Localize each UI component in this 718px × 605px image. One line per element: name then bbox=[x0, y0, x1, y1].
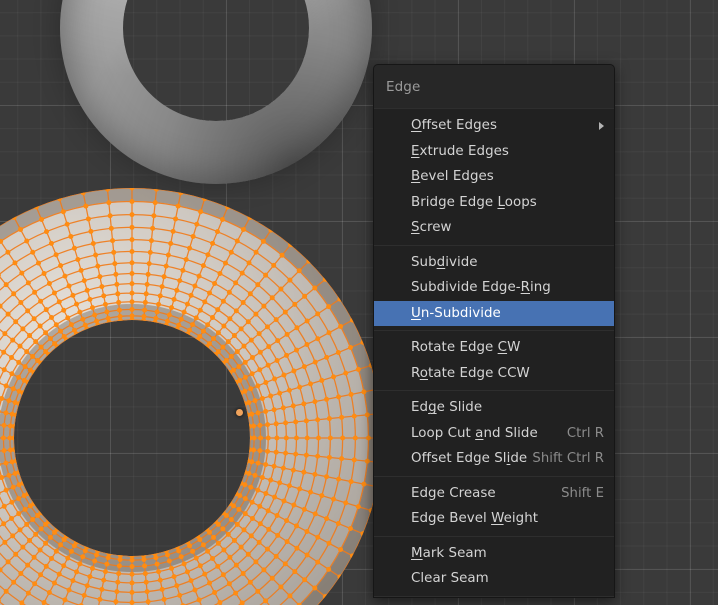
menu-group: Edge Crease Shift E Edge Bevel Weight bbox=[374, 477, 614, 536]
menu-item-edge-slide[interactable]: Edge Slide bbox=[374, 395, 614, 421]
menu-item-extrude-edges[interactable]: Extrude Edges bbox=[374, 139, 614, 165]
menu-group: Rotate Edge CW Rotate Edge CCW bbox=[374, 331, 614, 390]
menu-item-label: Extrude Edges bbox=[411, 143, 509, 159]
menu-item-rotate-edge-ccw[interactable]: Rotate Edge CCW bbox=[374, 361, 614, 387]
edge-context-menu[interactable]: Edge Offset Edges Extrude Edges Bevel Edge… bbox=[373, 64, 615, 598]
menu-group: Mark Seam Clear Seam bbox=[374, 537, 614, 596]
menu-item-label: Subdivide bbox=[411, 254, 478, 270]
menu-item-label: Offset Edges bbox=[411, 118, 497, 134]
menu-item-shortcut: Shift E bbox=[561, 485, 604, 501]
menu-item-label: Mark Seam bbox=[411, 545, 487, 561]
menu-item-label: Rotate Edge CW bbox=[411, 340, 521, 356]
menu-item-subdivide[interactable]: Subdivide bbox=[374, 250, 614, 276]
menu-item-clear-seam[interactable]: Clear Seam bbox=[374, 566, 614, 592]
menu-item-label: Edge Slide bbox=[411, 400, 483, 416]
menu-item-loop-cut-and-slide[interactable]: Loop Cut and Slide Ctrl R bbox=[374, 421, 614, 447]
menu-title: Edge bbox=[386, 78, 421, 95]
menu-item-screw[interactable]: Screw bbox=[374, 215, 614, 241]
menu-item-offset-edges[interactable]: Offset Edges bbox=[374, 113, 614, 139]
menu-body: Offset Edges Extrude Edges Bevel Edges Brid… bbox=[374, 109, 614, 597]
menu-item-label: Clear Seam bbox=[411, 571, 489, 587]
menu-item-shortcut: Ctrl R bbox=[566, 425, 604, 441]
menu-header: Edge bbox=[374, 65, 614, 108]
torus-object-unselected[interactable] bbox=[60, 0, 372, 184]
menu-item-label: Offset Edge Slide bbox=[411, 451, 528, 467]
menu-item-label: Edge Crease bbox=[411, 485, 496, 501]
menu-item-mark-seam[interactable]: Mark Seam bbox=[374, 541, 614, 567]
menu-item-label: Screw bbox=[411, 220, 452, 236]
menu-separator bbox=[374, 595, 614, 597]
menu-item-bevel-edges[interactable]: Bevel Edges bbox=[374, 164, 614, 190]
menu-item-label: Subdivide Edge-Ring bbox=[411, 280, 551, 296]
menu-item-label: Rotate Edge CCW bbox=[411, 365, 530, 381]
menu-item-subdivide-edge-ring[interactable]: Subdivide Edge-Ring bbox=[374, 275, 614, 301]
menu-item-edge-bevel-weight[interactable]: Edge Bevel Weight bbox=[374, 506, 614, 532]
menu-item-rotate-edge-cw[interactable]: Rotate Edge CW bbox=[374, 335, 614, 361]
menu-item-bridge-edge-loops[interactable]: Bridge Edge Loops bbox=[374, 190, 614, 216]
torus-edit-mesh bbox=[0, 178, 392, 605]
menu-group: Subdivide Subdivide Edge-Ring Un-Subdivide bbox=[374, 246, 614, 331]
menu-item-label: Bridge Edge Loops bbox=[411, 194, 537, 210]
menu-item-un-subdivide[interactable]: Un-Subdivide bbox=[374, 300, 614, 326]
menu-item-label: Loop Cut and Slide bbox=[411, 425, 538, 441]
menu-group: Edge Slide Loop Cut and Slide Ctrl R Offset… bbox=[374, 391, 614, 476]
menu-item-label: Bevel Edges bbox=[411, 169, 494, 185]
object-origin-marker bbox=[236, 409, 243, 416]
menu-item-label: Edge Bevel Weight bbox=[411, 511, 539, 527]
menu-item-label: Un-Subdivide bbox=[411, 305, 501, 321]
menu-item-shortcut: Shift Ctrl R bbox=[532, 451, 604, 467]
torus-object-selected-editmode[interactable] bbox=[0, 178, 392, 605]
menu-item-offset-edge-slide[interactable]: Offset Edge Slide Shift Ctrl R bbox=[374, 446, 614, 472]
menu-group: Offset Edges Extrude Edges Bevel Edges Brid… bbox=[374, 109, 614, 245]
chevron-right-icon bbox=[599, 121, 604, 130]
menu-item-edge-crease[interactable]: Edge Crease Shift E bbox=[374, 481, 614, 507]
